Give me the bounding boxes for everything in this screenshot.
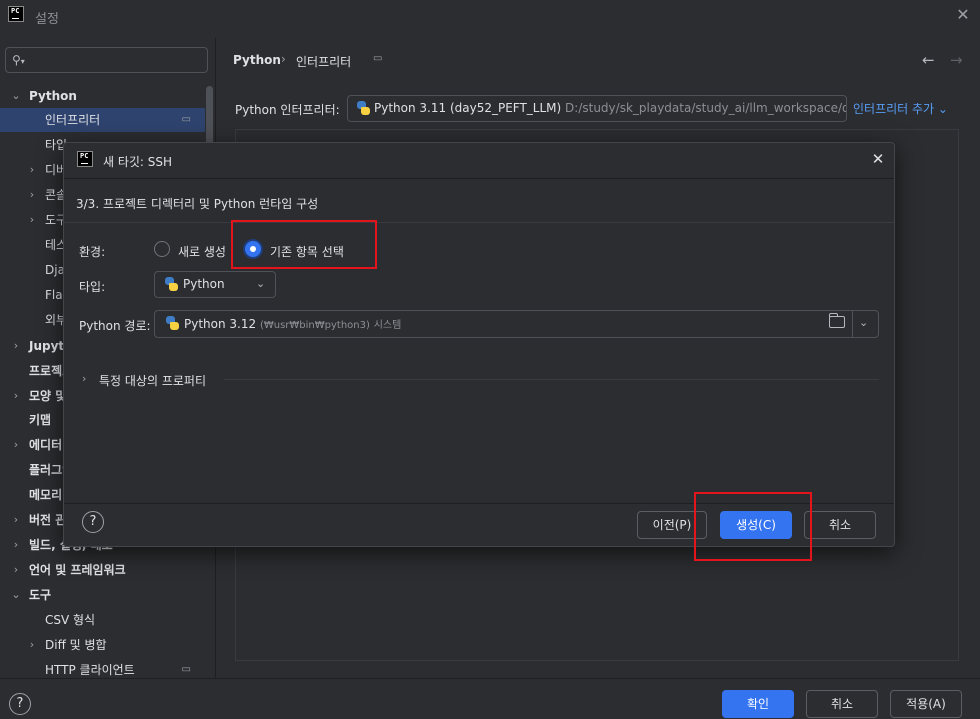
help-button[interactable]: ? [9,693,31,715]
title-bar [0,0,980,32]
breadcrumb-current: 인터프리터 [296,55,352,69]
sidebar-item-label: 언어 및 프레임워크 [29,563,126,577]
chevron-right-icon[interactable]: › [10,433,22,457]
chevron-down-icon[interactable]: ⌄ [10,583,22,607]
apply-button[interactable]: 적용(A) [890,690,962,718]
back-arrow-icon[interactable]: ← [922,51,935,69]
chevron-right-icon[interactable]: › [10,558,22,582]
chevron-right-icon[interactable]: › [26,183,38,207]
sidebar-item[interactable]: › 언어 및 프레임워크 [0,558,205,582]
highlight-box [231,220,377,269]
ok-button[interactable]: 확인 [722,690,794,718]
chevron-right-icon[interactable]: › [26,158,38,182]
radio-create-new[interactable] [154,241,170,257]
properties-divider [224,379,879,380]
python-icon [164,277,178,291]
sidebar-item[interactable]: ⌄ 도구 [0,583,205,607]
radio-create-new-label[interactable]: 새로 생성 [178,243,226,260]
dialog-cancel-button[interactable]: 취소 [804,511,876,539]
breadcrumb-separator: › [281,52,286,66]
python-icon [356,101,370,115]
environment-label: 환경: [79,245,106,259]
python-path-name: Python 3.12 [184,317,257,331]
sidebar-item[interactable]: 인터프리터 ▭ [0,108,205,132]
pycharm-logo-icon: PC [77,151,93,167]
footer-cancel-button[interactable]: 취소 [806,690,878,718]
type-label: 타입: [79,280,106,294]
sidebar-item-label: 에디터 [29,438,63,452]
python-path-suffix: 시스템 [373,320,402,331]
dialog-title: 새 타깃: SSH [103,155,173,169]
forward-arrow-icon[interactable]: → [950,51,963,69]
pycharm-logo-icon: PC [8,6,24,22]
project-scope-icon: ▭ [181,114,191,125]
python-path-field[interactable]: Python 3.12 (₩usr₩bin₩python3) 시스템 [154,310,879,338]
dialog-divider [64,178,894,179]
sidebar-item-label: 키맵 [29,413,52,427]
interpreter-path: D:/study/sk_playdata/study_ai/llm_worksp… [565,101,846,115]
chevron-right-icon[interactable]: › [82,372,86,385]
interpreter-label: Python 인터프리터: [235,103,340,117]
chevron-right-icon[interactable]: › [26,633,38,657]
sidebar-item[interactable]: CSV 형식 [0,608,205,632]
target-properties-toggle[interactable]: 특정 대상의 프로퍼티 [99,372,206,389]
dialog-close-icon[interactable]: ✕ [868,150,888,170]
window-close-icon[interactable]: ✕ [953,5,973,25]
interpreter-select[interactable]: Python 3.11 (day52_PEFT_LLM) D:/study/sk… [347,95,847,122]
chevron-down-icon[interactable]: ⌄ [859,316,868,329]
project-scope-icon: ▭ [373,53,383,64]
sidebar-item-label: CSV 형식 [45,613,96,627]
window-title: 설정 [35,12,59,27]
sidebar-item[interactable]: › Diff 및 병합 [0,633,205,657]
breadcrumb-python[interactable]: Python [233,53,281,67]
interpreter-name: Python 3.11 (day52_PEFT_LLM) [374,101,562,115]
sidebar-item-label: Python [29,89,77,103]
chevron-right-icon[interactable]: › [10,384,22,408]
chevron-right-icon[interactable]: › [10,533,22,557]
step-label: 3/3. 프로젝트 디렉터리 및 Python 런타임 구성 [76,197,319,211]
add-interpreter-link[interactable]: 인터프리터 추가 ⌄ [853,100,948,117]
sidebar-item-label: 메모리 [29,488,63,502]
sidebar-item[interactable]: ⌄ Python [0,84,205,108]
sidebar-item-label: 인터프리터 [45,113,101,127]
sidebar-item-label: 도구 [29,588,52,602]
dialog-help-button[interactable]: ? [82,511,104,533]
sidebar-item-label: Diff 및 병합 [45,638,107,652]
python-path-label: Python 경로: [79,319,151,333]
highlight-box [694,492,812,561]
python-path-detail: (₩usr₩bin₩python3) [259,320,370,331]
chevron-right-icon[interactable]: › [10,334,22,358]
dialog-divider [64,222,894,223]
field-divider [852,311,853,337]
chevron-right-icon[interactable]: › [26,208,38,232]
chevron-right-icon[interactable]: › [10,508,22,532]
folder-icon[interactable] [828,313,845,328]
python-icon [165,316,179,330]
chevron-down-icon: ⌄ [256,277,266,290]
chevron-down-icon[interactable]: ⌄ [10,84,22,108]
